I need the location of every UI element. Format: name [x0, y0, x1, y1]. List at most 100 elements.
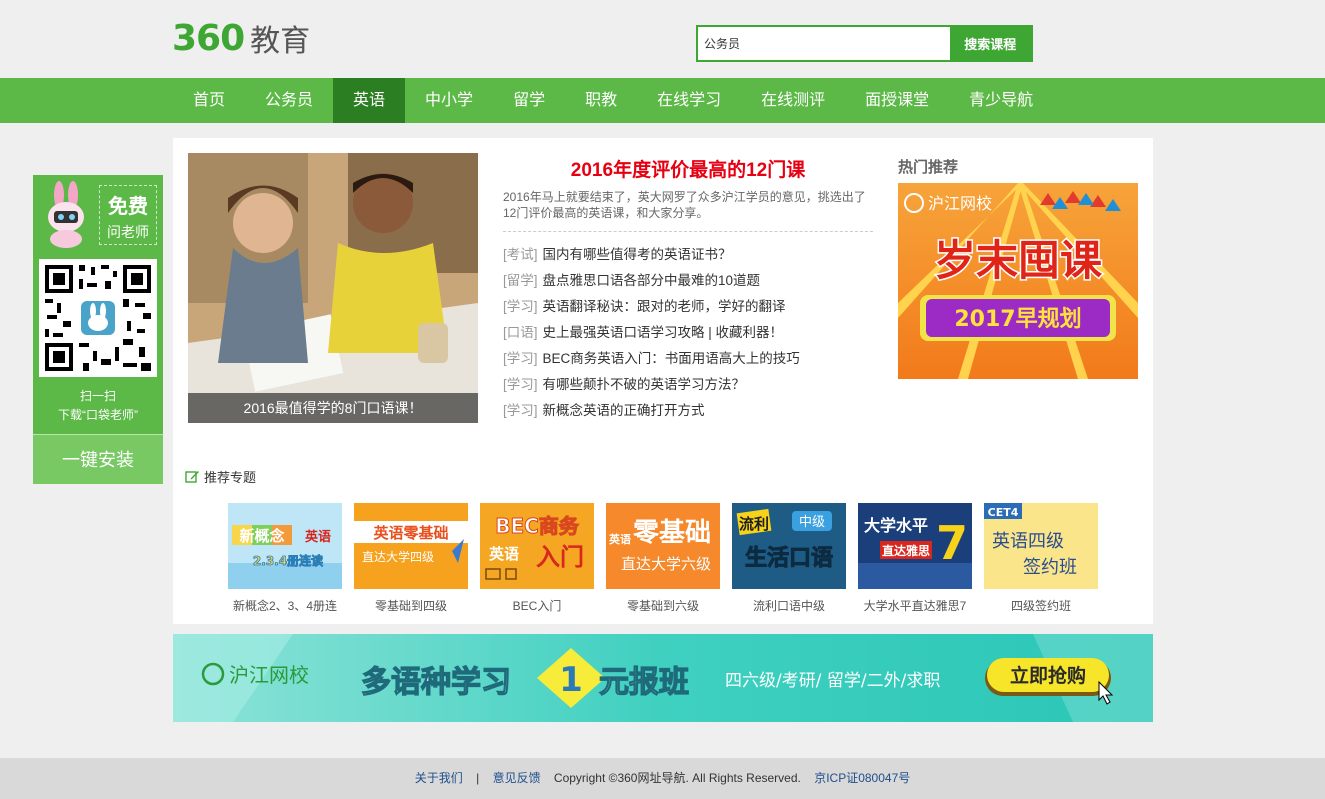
topic-pic-text: 英语: [608, 532, 631, 546]
nav-item-civil-service[interactable]: 公务员: [245, 78, 333, 123]
nav-item-youth[interactable]: 青少导航: [949, 78, 1053, 123]
topic-item-bec[interactable]: BEC商务 英语 入门 BEC入门: [480, 503, 594, 614]
topic-image: 流利 中级 生活口语: [732, 503, 846, 589]
topic-pic-text: 新概念: [239, 527, 284, 545]
topic-pic-text: 7: [936, 516, 968, 570]
search-button[interactable]: 搜索课程: [949, 27, 1031, 60]
topic-caption: 四级签约班: [1010, 599, 1071, 613]
nav-item-k12[interactable]: 中小学: [405, 78, 493, 123]
article-item[interactable]: [学习] BEC商务英语入门：书面用语高大上的技巧: [503, 346, 873, 372]
topic-caption: 零基础到六级: [626, 599, 699, 613]
main-panel: 2016最值得学的8门口语课！ 2016年度评价最高的12门课 2016年马上就…: [173, 138, 1153, 624]
students-photo: [188, 153, 478, 423]
topic-pic-text: 直达大学六级: [621, 555, 711, 573]
topic-caption: 流利口语中级: [752, 599, 825, 613]
article-tag: [留学]: [503, 273, 538, 288]
about-link[interactable]: 关于我们: [415, 771, 463, 785]
nav-item-online-test[interactable]: 在线测评: [741, 78, 845, 123]
app-promo-float: 免费 问老师 扫一扫 下载“口袋老师” 一键安装: [33, 175, 163, 484]
qr-code-icon: [39, 259, 157, 377]
topic-pic-text: 2.3.4册连读: [253, 553, 323, 568]
banner-cta: 立即抢购: [1010, 664, 1086, 687]
topic-pic-text: 生活口语: [745, 546, 833, 571]
topic-image: 英语 零基础 直达大学六级: [606, 503, 720, 589]
site-logo[interactable]: 360 教育: [172, 18, 311, 60]
free-subtitle: 问老师: [107, 224, 149, 240]
topic-pic-text: 英语零基础: [373, 524, 448, 542]
article-item[interactable]: [学习] 新概念英语的正确打开方式: [503, 398, 873, 424]
topic-item-ielts7[interactable]: 大学水平 直达雅思 7 大学水平直达雅思7: [858, 503, 972, 614]
topic-pic-text: 英语四级: [992, 531, 1064, 552]
promo-banner[interactable]: 沪江网校 多语种学习 1 元报班 四六级/考研/ 留学/二外/求职 立即抢购: [173, 634, 1153, 722]
scan-label: 扫一扫: [79, 389, 116, 403]
ad-sub-text: 2017早规划: [954, 307, 1081, 332]
logo-text: 教育: [250, 24, 311, 59]
article-item[interactable]: [学习] 英语翻译秘诀：跟对的老师，学好的翻译: [503, 294, 873, 320]
one-click-install-button[interactable]: 一键安装: [33, 434, 163, 484]
search-box: 搜索课程: [696, 25, 1033, 62]
nav-item-online-learning[interactable]: 在线学习: [637, 78, 741, 123]
topic-pic-text: CET4: [988, 506, 1019, 519]
recommend-topics-title: 推荐专题: [204, 469, 257, 485]
topic-item-fluent-oral[interactable]: 流利 中级 生活口语 流利口语中级: [732, 503, 846, 614]
feature-article: 2016年度评价最高的12门课 2016年马上就要结束了，英大网罗了众多沪江学员…: [503, 153, 873, 424]
hero-image[interactable]: 2016最值得学的8门口语课！: [188, 153, 478, 423]
nav-item-vocational[interactable]: 职教: [565, 78, 637, 123]
hero-caption[interactable]: 2016最值得学的8门口语课！: [188, 393, 478, 423]
topic-pic-text: 签约班: [1023, 557, 1077, 578]
topic-pic-text: 零基础: [633, 518, 711, 548]
article-title: 史上最强英语口语学习攻略 | 收藏利器！: [542, 325, 784, 340]
ad-brand: 沪江网校: [928, 194, 992, 213]
promo-banner-image: 沪江网校 多语种学习 1 元报班 四六级/考研/ 留学/二外/求职 立即抢购: [173, 634, 1153, 722]
article-title: 新概念英语的正确打开方式: [542, 403, 705, 418]
search-input[interactable]: [698, 27, 950, 60]
topic-item-cet4-contract[interactable]: CET4 英语四级 签约班 四级签约班: [984, 503, 1098, 614]
free-title: 免费: [108, 196, 148, 218]
topic-caption: 零基础到四级: [374, 599, 447, 613]
article-item[interactable]: [口语] 史上最强英语口语学习攻略 | 收藏利器！: [503, 320, 873, 346]
nav-item-english[interactable]: 英语: [333, 78, 406, 123]
topic-pic-text: 流利: [739, 515, 769, 533]
article-item[interactable]: [留学] 盘点雅思口语各部分中最难的10道题: [503, 268, 873, 294]
article-tag: [口语]: [503, 325, 538, 340]
topic-item-nce[interactable]: 新概念 英语 2.3.4册连读 新概念2、3、4册连: [228, 503, 342, 614]
nav-item-classroom[interactable]: 面授课堂: [845, 78, 949, 123]
banner-text-b: 元报班: [599, 665, 689, 700]
icp-link[interactable]: 京ICP证080047号: [814, 771, 910, 785]
article-title: 国内有哪些值得考的英语证书？: [542, 247, 732, 262]
feature-description: 2016年马上就要结束了，英大网罗了众多沪江学员的意见，挑选出了12门评价最高的…: [503, 189, 873, 232]
article-item[interactable]: [学习] 有哪些颠扑不破的英语学习方法？: [503, 372, 873, 398]
article-item[interactable]: [考试] 国内有哪些值得考的英语证书？: [503, 242, 873, 268]
topic-item-zero-to-cet4[interactable]: 英语零基础 直达大学四级 零基础到四级: [354, 503, 468, 614]
topic-caption: BEC入门: [512, 599, 562, 613]
article-title: 有哪些颠扑不破的英语学习方法？: [542, 377, 746, 392]
article-list: [考试] 国内有哪些值得考的英语证书？ [留学] 盘点雅思口语各部分中最难的10道题…: [503, 242, 873, 424]
topic-image: 英语零基础 直达大学四级: [354, 503, 468, 589]
free-ask-teacher-badge: 免费 问老师: [99, 185, 157, 245]
banner-brand: 沪江网校: [229, 663, 309, 687]
topic-pic-text: 大学水平: [864, 516, 928, 535]
feedback-link[interactable]: 意见反馈: [493, 771, 541, 785]
topic-pic-text: 直达雅思: [882, 543, 930, 558]
nav-item-home[interactable]: 首页: [173, 78, 245, 123]
topic-list: 新概念 英语 2.3.4册连读 新概念2、3、4册连 英语零基础 直达大学四级 …: [228, 503, 1110, 614]
nav-item-study-abroad[interactable]: 留学: [493, 78, 565, 123]
topic-pic-text: 英语: [304, 529, 331, 545]
topic-caption: 新概念2、3、4册连: [232, 599, 338, 613]
feature-title-link[interactable]: 2016年度评价最高的12门课: [503, 153, 873, 189]
app-promo-text: 扫一扫 下载“口袋老师”: [33, 387, 163, 425]
topic-item-zero-to-cet6[interactable]: 英语 零基础 直达大学六级 零基础到六级: [606, 503, 720, 614]
article-tag: [考试]: [503, 247, 538, 262]
article-title: 盘点雅思口语各部分中最难的10道题: [542, 273, 761, 288]
article-tag: [学习]: [503, 299, 538, 314]
topic-pic-text: 英语: [489, 545, 519, 563]
hot-recommend-ad[interactable]: 沪江网校 岁末囤课 2017早规划: [898, 183, 1138, 379]
article-tag: [学习]: [503, 403, 538, 418]
ad-main-text: 岁末囤课: [934, 236, 1102, 285]
topic-pic-text: BEC商务: [495, 514, 580, 538]
topic-pic-text: 入门: [536, 543, 584, 571]
topic-caption: 大学水平直达雅思7: [863, 599, 967, 613]
hot-recommend: 热门推荐 沪江网校 岁末囤课 2017早规划: [898, 153, 1138, 379]
footer: 关于我们 | 意见反馈 Copyright ©360网址导航. All Righ…: [0, 758, 1325, 799]
year-end-sale-banner: 沪江网校 岁末囤课 2017早规划: [898, 183, 1138, 379]
